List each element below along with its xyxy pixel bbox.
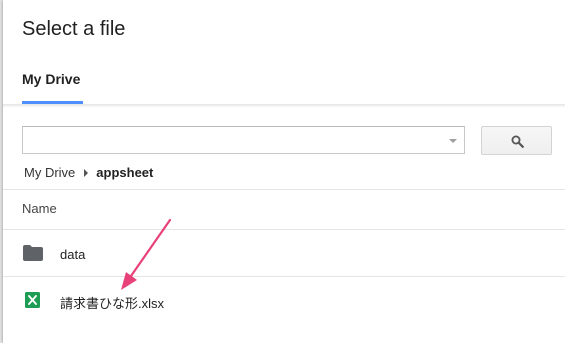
file-picker-dialog: Select a file My Drive My Drive appsheet … [3, 0, 565, 343]
tab-my-drive[interactable]: My Drive [22, 71, 80, 87]
list-item-file-xlsx[interactable]: 請求書ひな形.xlsx [3, 277, 565, 323]
search-input[interactable] [22, 126, 465, 154]
list-item-folder-data[interactable]: data [3, 230, 565, 276]
excel-file-icon [25, 292, 40, 308]
list-item-label: 請求書ひな形.xlsx [60, 296, 165, 311]
breadcrumb-divider [3, 189, 565, 190]
folder-icon [23, 245, 43, 261]
dialog-title: Select a file [22, 18, 126, 40]
chevron-down-icon[interactable] [449, 139, 457, 143]
search-button[interactable] [481, 126, 552, 155]
header-divider [3, 104, 565, 108]
breadcrumb: My Drive appsheet [24, 164, 153, 182]
chevron-right-icon [84, 168, 89, 177]
list-item-label: data [60, 247, 86, 262]
search-icon [511, 135, 524, 148]
breadcrumb-item-my-drive[interactable]: My Drive [24, 165, 75, 180]
column-header-name[interactable]: Name [22, 201, 57, 216]
breadcrumb-item-appsheet: appsheet [96, 165, 154, 181]
